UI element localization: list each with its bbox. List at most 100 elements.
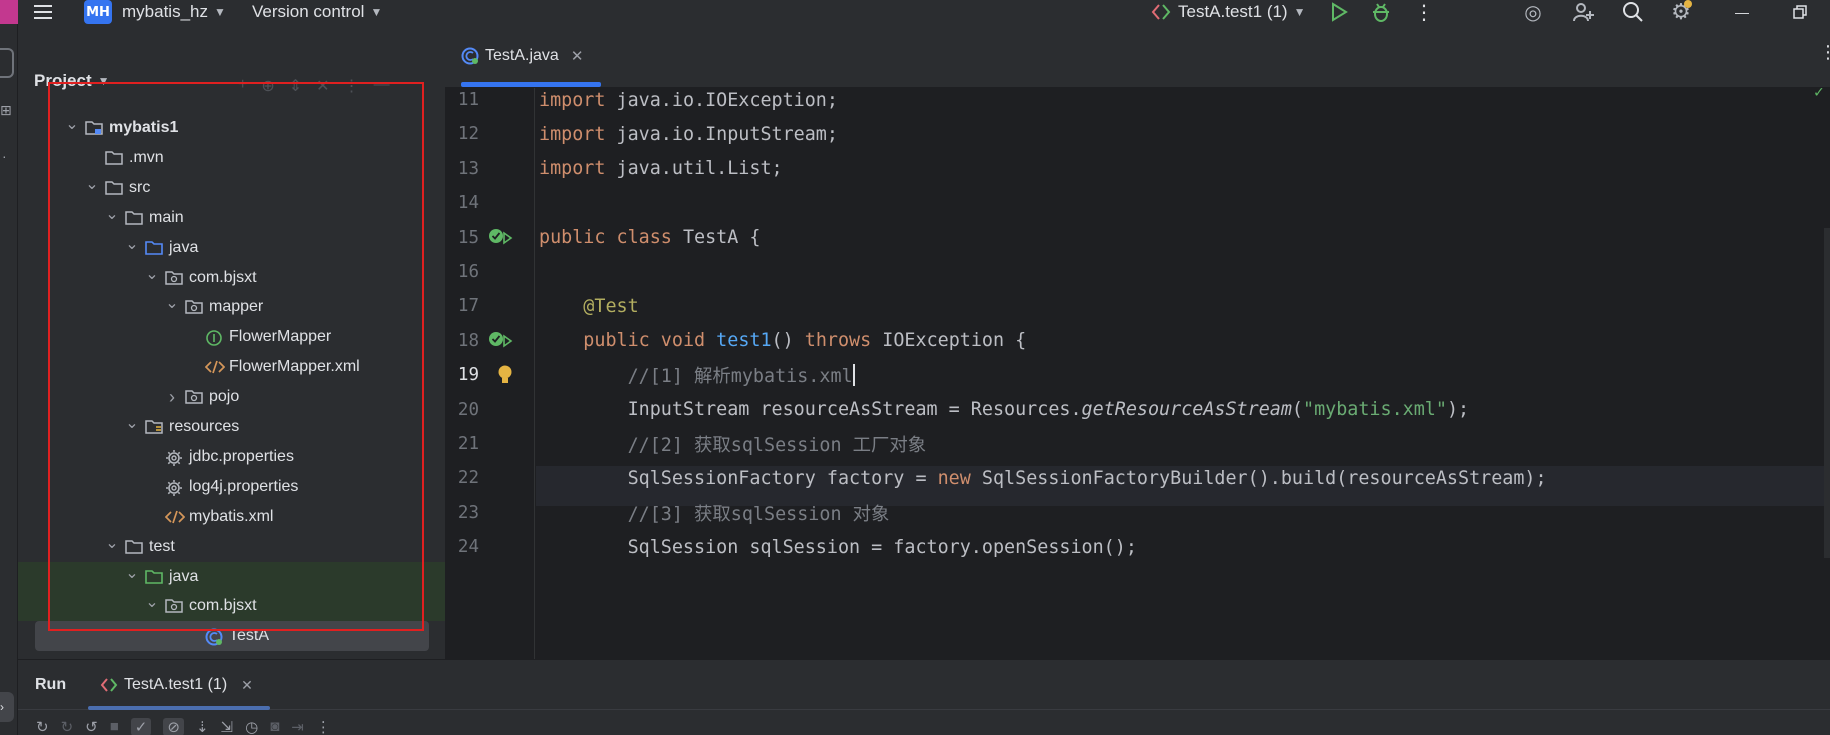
folder-icon [125,210,145,226]
tree-item[interactable]: FlowerMapper.xml [18,352,445,382]
inspection-ok-icon[interactable]: ✓ [1814,82,1824,101]
tree-item[interactable]: jdbc.properties [18,442,445,472]
run-test-gutter-icon[interactable] [487,226,515,255]
run-tab-underline [88,706,270,710]
text-caret [852,364,855,387]
chevron-down-icon[interactable]: ⌄ [65,114,79,134]
chevron-right-icon[interactable]: › [165,387,179,408]
settings-gear-icon[interactable]: ⚙ [1668,0,1694,24]
expand-all-icon[interactable]: ⇕ [289,76,302,96]
left-tool-strip: ⊞ · › [0,24,18,735]
history-icon[interactable]: ◷ [245,718,258,735]
locate-icon[interactable]: ⊕ [261,76,274,96]
main-menu-icon[interactable] [30,0,56,24]
tree-item[interactable]: ⌄ resources [18,412,445,442]
restore-window-icon[interactable] [1788,0,1812,24]
rerun-failed-icon[interactable]: ↻ [61,718,74,735]
code-line: public class TestA { [539,227,761,249]
minimize-icon[interactable]: — [1730,0,1754,24]
more-options-icon[interactable]: ⋮ [1412,0,1436,24]
tree-item[interactable]: FlowerMapper [18,322,445,352]
tree-item-label: mapper [209,298,264,316]
vcs-label: Version control [252,2,365,21]
tree-item[interactable]: TestA [35,621,429,652]
terminal-tool-icon[interactable]: › [0,692,14,722]
chevron-down-icon[interactable]: ⌄ [125,413,139,433]
project-panel-title: Project [34,71,92,90]
debug-icon[interactable] [1368,0,1394,24]
collapse-all-icon[interactable]: ✕ [316,76,329,96]
folder-icon [125,539,145,555]
code-editor[interactable]: 11 import java.io.IOException; 12 import ja… [445,82,1830,659]
chevron-down-icon[interactable]: ⌄ [105,533,119,553]
chevron-down-icon[interactable]: ⌄ [85,174,99,194]
tree-item[interactable]: ⌄ java [18,233,445,263]
chevron-down-icon[interactable]: ⌄ [165,293,179,313]
run-test-gutter-icon[interactable] [487,329,515,358]
interface-icon [205,329,225,347]
hide-icon[interactable]: — [374,76,390,96]
tree-item[interactable]: ⌄ com.bjsxt [18,591,445,622]
source-folder-icon [145,240,165,256]
tab-options-icon[interactable]: ⋮ [1819,42,1830,63]
tree-item-label: jdbc.properties [189,447,294,465]
tree-item[interactable]: ⌄ com.bjsxt [18,263,445,293]
chevron-down-icon: ▼ [370,5,383,19]
chevron-down-icon[interactable]: ⌄ [145,592,159,612]
tree-item-label: .mvn [129,148,164,166]
editor-scrollbar[interactable] [1824,228,1830,558]
rerun-icon[interactable]: ↻ [36,718,49,735]
tree-item[interactable]: ⌄ main [18,203,445,233]
add-icon[interactable]: + [238,76,247,96]
run-icon[interactable] [1326,0,1352,24]
project-tool-icon[interactable] [0,48,14,78]
tree-item[interactable]: ⌄ mybatis1 [18,113,445,143]
intention-bulb-icon[interactable] [497,364,513,391]
run-tab[interactable]: TestA.test1 (1) ✕ [100,660,253,710]
show-passed-icon[interactable]: ✓ [130,718,152,735]
project-selector[interactable]: MH mybatis_hz ▼ [84,0,226,24]
add-user-icon[interactable] [1570,0,1596,24]
import-tests-icon[interactable]: ⇲ [221,718,234,735]
tree-item[interactable]: ⌄ mapper [18,292,445,322]
close-tab-icon[interactable]: ✕ [571,47,584,65]
tree-item[interactable]: ⌄ java [18,561,445,592]
run-toolbar: ↻ ↻ ↺ ■ ✓ ⊘ ⇣ ⇲ ◷ ◙ ⇥ ⋮ [18,709,1830,735]
toggle-auto-test-icon[interactable]: ↺ [85,718,98,735]
tree-item[interactable]: › pojo [18,382,445,412]
tree-item-label: resources [169,418,240,435]
tree-item-label: TestA [229,627,270,645]
vcs-selector[interactable]: Version control ▼ [252,0,382,24]
ai-assistant-icon[interactable]: ◎ [1520,0,1546,24]
more-tools-icon[interactable]: · [2,148,7,164]
tree-item-label: FlowerMapper [229,328,332,346]
chevron-down-icon[interactable]: ⌄ [125,563,139,583]
project-panel-header[interactable]: Project ▼ [34,48,110,114]
sort-icon[interactable]: ⇣ [196,718,209,735]
project-panel-toolbar: + ⊕ ⇕ ✕ ⋮ — [238,76,390,96]
chevron-down-icon[interactable]: ⌄ [105,204,119,224]
tree-item[interactable]: .mvn [18,143,445,173]
project-name: mybatis_hz [122,2,208,21]
tree-item-label: pojo [209,388,240,406]
search-icon[interactable] [1620,0,1646,24]
run-more-icon[interactable]: ⋮ [316,718,331,735]
run-config-selector[interactable]: TestA.test1 (1) ▼ [1150,0,1306,24]
chevron-down-icon[interactable]: ⌄ [145,264,159,284]
tab-testa-java[interactable]: TestA.java ✕ [461,24,583,88]
tree-item[interactable]: ⌄ src [18,173,445,203]
properties-icon [165,449,185,466]
tree-item[interactable]: mybatis.xml [18,502,445,532]
close-run-tab-icon[interactable]: ✕ [241,677,253,694]
chevron-down-icon[interactable]: ⌄ [125,234,139,254]
structure-tool-icon[interactable]: ⊞ [0,102,12,128]
tree-item-label: main [149,208,184,226]
tree-item[interactable]: ⌄ test [18,532,445,562]
properties-icon [165,479,185,496]
screenshot-icon[interactable]: ◙ [270,718,279,735]
tree-item[interactable]: log4j.properties [18,472,445,502]
show-ignored-icon[interactable]: ⊘ [163,718,184,735]
export-icon[interactable]: ⇥ [291,718,304,735]
stop-icon[interactable]: ■ [110,718,119,735]
options-icon[interactable]: ⋮ [344,76,360,96]
